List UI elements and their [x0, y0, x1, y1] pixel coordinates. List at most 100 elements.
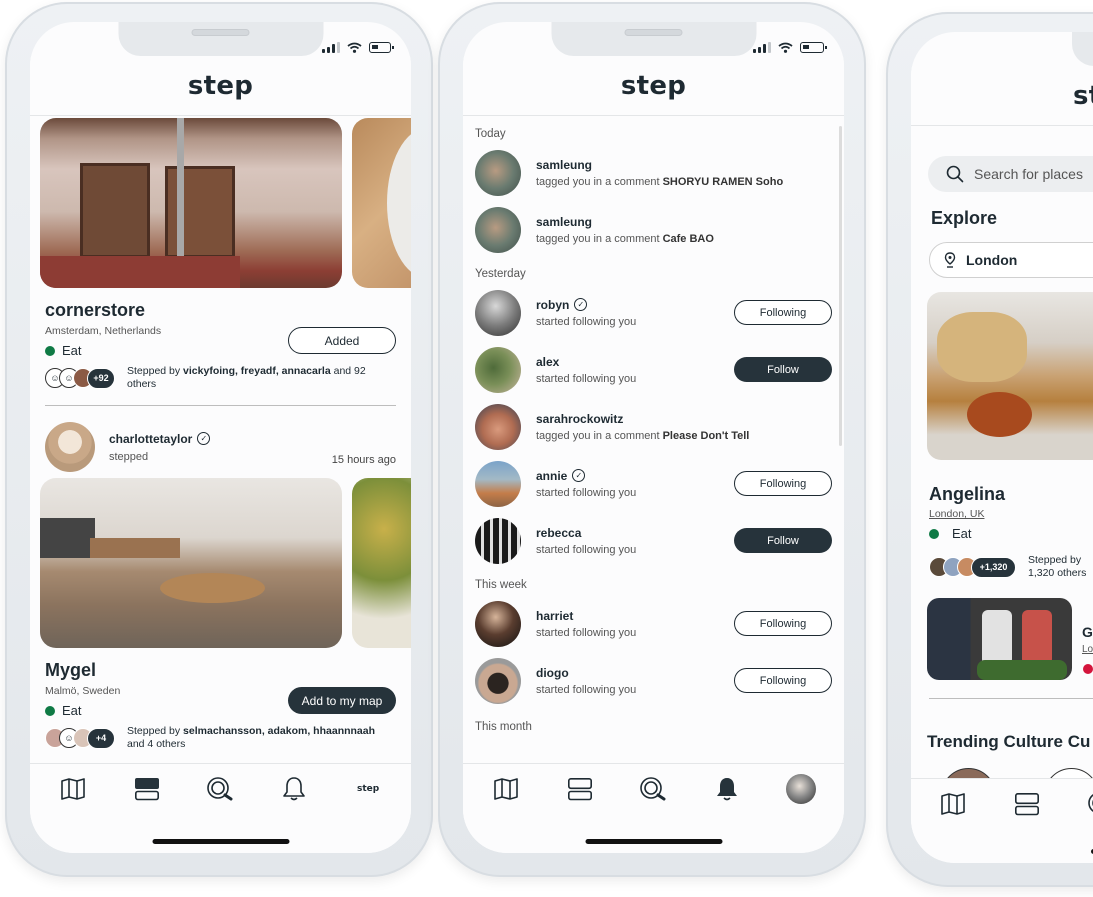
stepped-by[interactable]: ☺ ☺ +92 Stepped by vickyfoing, freyadf, …: [45, 365, 396, 391]
avatar[interactable]: [475, 346, 521, 393]
avatar[interactable]: [475, 600, 521, 647]
photo-carousel[interactable]: [30, 118, 411, 288]
added-button[interactable]: Added: [288, 327, 396, 354]
tab-search[interactable]: [1081, 787, 1093, 821]
tab-profile[interactable]: step: [348, 772, 388, 806]
stepped-text: Stepped by 1,320 others: [1028, 554, 1086, 580]
tab-feed[interactable]: [127, 772, 167, 806]
app-header: step: [463, 56, 844, 116]
notification-item[interactable]: sarahrockowitz tagged you in a comment Pl…: [463, 398, 844, 455]
feed-list[interactable]: cornerstore Amsterdam, Netherlands Added…: [30, 116, 411, 763]
stepped-prefix: Stepped by: [127, 365, 184, 377]
search-input[interactable]: Search for places: [928, 156, 1093, 192]
following-button[interactable]: Following: [734, 611, 832, 636]
tab-notifications[interactable]: [274, 772, 314, 806]
avatar[interactable]: [475, 517, 521, 564]
notification-username[interactable]: alex: [536, 355, 636, 369]
app-header: step: [911, 66, 1093, 126]
avatar[interactable]: [475, 289, 521, 336]
place-name[interactable]: G: [1082, 624, 1093, 640]
place-photo[interactable]: [40, 478, 342, 648]
notification-text: tagged you in a comment Please Don't Tel…: [536, 430, 749, 442]
notification-item[interactable]: annie ✓ started following you Following: [463, 455, 844, 512]
follow-button[interactable]: Follow: [734, 528, 832, 553]
notification-username[interactable]: annie ✓: [536, 469, 636, 483]
notification-text: started following you: [536, 486, 637, 499]
place-name[interactable]: Mygel: [45, 660, 396, 681]
username-text: robyn: [536, 297, 570, 312]
profile-avatar[interactable]: [786, 774, 817, 804]
tab-search[interactable]: [200, 772, 240, 806]
notification-item[interactable]: samleung tagged you in a comment SHORYU R…: [463, 144, 844, 201]
search-icon: [640, 777, 666, 801]
notification-username[interactable]: samleung: [536, 158, 783, 172]
notification-username[interactable]: robyn ✓: [536, 298, 636, 312]
avatar[interactable]: [475, 460, 521, 507]
location-selector[interactable]: London: [929, 242, 1093, 278]
avatar[interactable]: [475, 657, 521, 704]
follow-button[interactable]: Follow: [734, 357, 832, 382]
notification-item[interactable]: samleung tagged you in a comment Cafe BAO: [463, 201, 844, 258]
avatar[interactable]: [475, 403, 521, 450]
notification-username[interactable]: samleung: [536, 215, 714, 229]
avatar[interactable]: [475, 206, 521, 253]
tab-profile[interactable]: [781, 772, 821, 806]
post-author[interactable]: charlottetaylor ✓ stepped 15 hours ago: [30, 422, 411, 472]
map-icon: [494, 778, 518, 800]
place-name[interactable]: cornerstore: [45, 300, 396, 321]
tab-feed[interactable]: [560, 772, 600, 806]
place-location[interactable]: Lo: [1082, 644, 1093, 655]
notification-item[interactable]: alex started following you Follow: [463, 341, 844, 398]
notification-username[interactable]: harriet: [536, 609, 636, 623]
notification-item[interactable]: rebecca started following you Follow: [463, 512, 844, 569]
featured-place-name[interactable]: Angelina: [929, 484, 1005, 505]
add-to-map-button[interactable]: Add to my map: [288, 687, 396, 714]
place-photo[interactable]: [352, 118, 411, 288]
stepped-by[interactable]: +1,320 Stepped by 1,320 others: [929, 554, 1086, 580]
following-button[interactable]: Following: [734, 471, 832, 496]
place-card: cornerstore Amsterdam, Netherlands Added…: [30, 300, 411, 391]
notifications-list[interactable]: Today samleung tagged you in a comment SH…: [463, 116, 844, 763]
avatar[interactable]: [45, 422, 95, 472]
tab-search[interactable]: [633, 772, 673, 806]
featured-place-photo[interactable]: [927, 292, 1093, 460]
stepped-users[interactable]: vickyfoing, freyadf, annacarla: [183, 365, 331, 377]
search-icon: [1088, 794, 1093, 812]
notification-item[interactable]: harriet started following you Following: [463, 595, 844, 652]
notification-action: tagged you in a comment: [536, 175, 663, 188]
stepped-users[interactable]: selmachansson, adakom, hhaannnaah: [183, 725, 375, 737]
notification-username[interactable]: rebecca: [536, 526, 636, 540]
notch: [1072, 32, 1093, 66]
place-thumbnail[interactable]: [927, 598, 1072, 680]
notification-item[interactable]: diogo started following you Following: [463, 652, 844, 709]
notification-username[interactable]: diogo: [536, 666, 636, 680]
notification-username[interactable]: sarahrockowitz: [536, 412, 749, 426]
notification-place[interactable]: Cafe BAO: [663, 233, 714, 245]
stepped-text: Stepped by vickyfoing, freyadf, annacarl…: [127, 365, 387, 391]
notification-text: started following you: [536, 315, 637, 328]
category-dot-icon: [45, 705, 55, 716]
author-username[interactable]: charlottetaylor ✓: [109, 432, 211, 446]
place-photo[interactable]: [40, 118, 342, 288]
tab-map[interactable]: [53, 772, 93, 806]
following-button[interactable]: Following: [734, 300, 832, 325]
notification-place[interactable]: Please Don't Tell: [663, 430, 750, 442]
following-button[interactable]: Following: [734, 668, 832, 693]
stepper-avatars: +1,320: [929, 556, 1016, 578]
category-label: Eat: [62, 343, 82, 358]
phone-explore: step Search for places Explore London An…: [886, 12, 1093, 887]
avatar[interactable]: [475, 149, 521, 196]
notification-item[interactable]: robyn ✓ started following you Following: [463, 284, 844, 341]
tab-notifications[interactable]: [707, 772, 747, 806]
stepped-by[interactable]: ☺ +4 Stepped by selmachansson, adakom, h…: [45, 725, 396, 751]
place-photo[interactable]: [352, 478, 411, 648]
tab-map[interactable]: [933, 787, 973, 821]
app-header: step: [30, 56, 411, 116]
explore-heading: Explore: [931, 208, 998, 228]
photo-carousel[interactable]: [30, 478, 411, 648]
notification-place[interactable]: SHORYU RAMEN Soho: [663, 176, 784, 188]
tab-map[interactable]: [486, 772, 526, 806]
tab-feed[interactable]: [1007, 787, 1047, 821]
featured-place-location[interactable]: London, UK: [929, 508, 984, 520]
feed-icon: [567, 777, 592, 801]
